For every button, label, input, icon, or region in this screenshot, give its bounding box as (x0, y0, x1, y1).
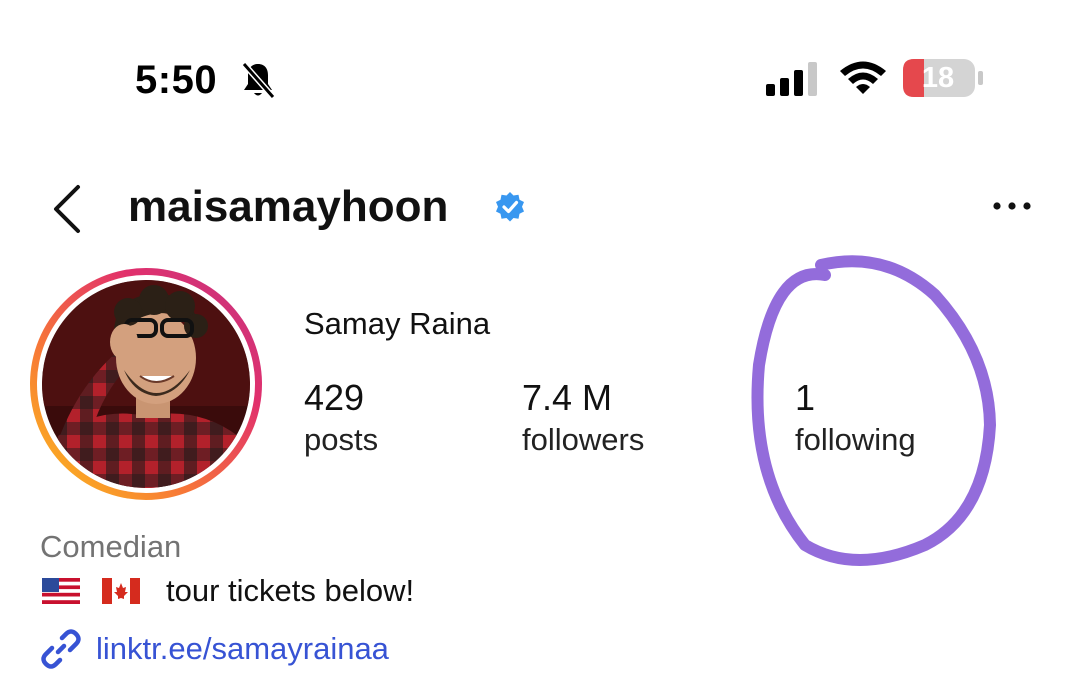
status-time: 5:50 (135, 58, 218, 102)
battery-icon: 18 (902, 58, 986, 98)
stat-following[interactable]: 1 following (795, 376, 916, 460)
bell-muted-icon (241, 62, 276, 99)
profile-link-text[interactable]: linktr.ee/samayrainaa (96, 627, 389, 671)
stat-following-label: following (795, 422, 916, 457)
wifi-icon (840, 61, 886, 94)
profile-category: Comedian (40, 529, 182, 564)
more-options-icon[interactable] (988, 196, 1036, 216)
profile-bio: tour tickets below! (42, 571, 414, 611)
stat-followers-count: 7.4 M (522, 377, 613, 418)
stat-posts-label: posts (304, 422, 379, 457)
stat-followers-label: followers (522, 422, 645, 457)
profile-username: maisamayhoon (128, 182, 449, 231)
stat-posts-count: 429 (304, 377, 365, 418)
profile-full-name: Samay Raina (304, 306, 491, 341)
stat-posts[interactable]: 429 posts (304, 376, 378, 460)
stat-following-count: 1 (795, 377, 816, 418)
profile-avatar[interactable] (28, 266, 264, 502)
us-flag-icon (42, 578, 80, 604)
battery-level: 18 (921, 62, 955, 94)
profile-link[interactable]: linktr.ee/samayrainaa (40, 627, 389, 671)
cellular-signal-icon (766, 62, 817, 96)
stat-followers[interactable]: 7.4 M followers (522, 376, 644, 460)
bio-text: tour tickets below! (166, 573, 415, 608)
verified-badge-icon (496, 192, 524, 222)
canada-flag-icon (102, 578, 140, 604)
back-chevron-icon[interactable] (48, 183, 88, 235)
link-icon (41, 629, 81, 669)
